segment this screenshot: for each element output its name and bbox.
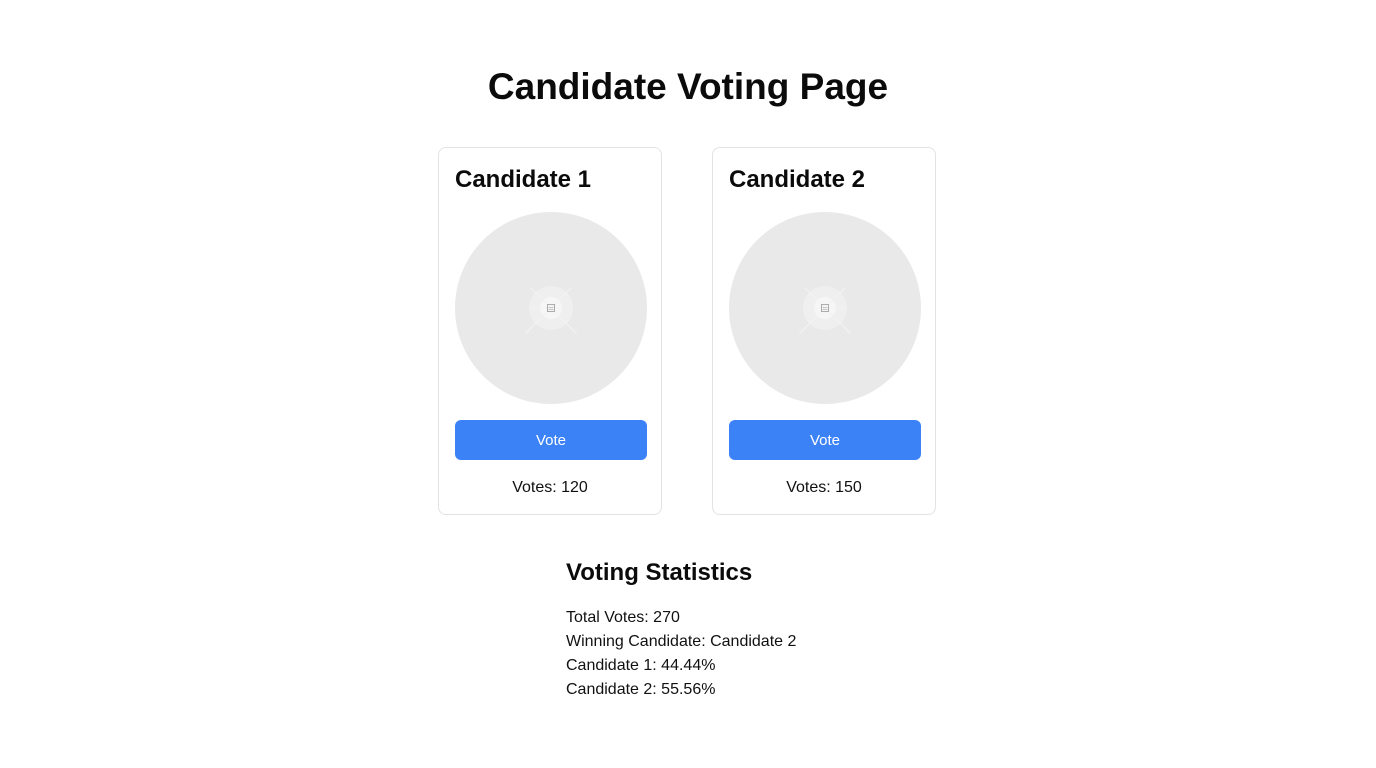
candidate-card-2: Candidate 2 Vote Votes: 150 [712,147,936,515]
winning-candidate: Winning Candidate: Candidate 2 [566,633,797,650]
vote-button[interactable]: Vote [455,420,647,460]
candidate-avatar [455,212,647,404]
page-title: Candidate Voting Page [487,66,889,107]
voting-statistics: Voting Statistics Total Votes: 270 Winni… [566,558,966,702]
statistics-title: Voting Statistics [566,559,753,586]
candidate-avatar [729,212,921,404]
vote-count: Votes: 120 [512,479,588,496]
candidate-cards: Candidate 1 Vote Votes: 120 Candidate 2 … [438,147,938,517]
statistics-list: Total Votes: 270 Winning Candidate: Cand… [566,606,966,702]
total-votes: Total Votes: 270 [566,609,680,626]
vote-count: Votes: 150 [786,479,862,496]
image-placeholder-icon [524,286,578,335]
candidate-2-percentage: Candidate 2: 55.56% [566,681,716,698]
candidate-name: Candidate 2 [729,166,866,193]
candidate-1-percentage: Candidate 1: 44.44% [566,657,716,674]
image-placeholder-icon [798,286,852,335]
candidate-name: Candidate 1 [455,166,592,193]
vote-button[interactable]: Vote [729,420,921,460]
voting-page: Candidate Voting Page Candidate 1 Vote V… [0,0,1376,768]
candidate-card-1: Candidate 1 Vote Votes: 120 [438,147,662,515]
